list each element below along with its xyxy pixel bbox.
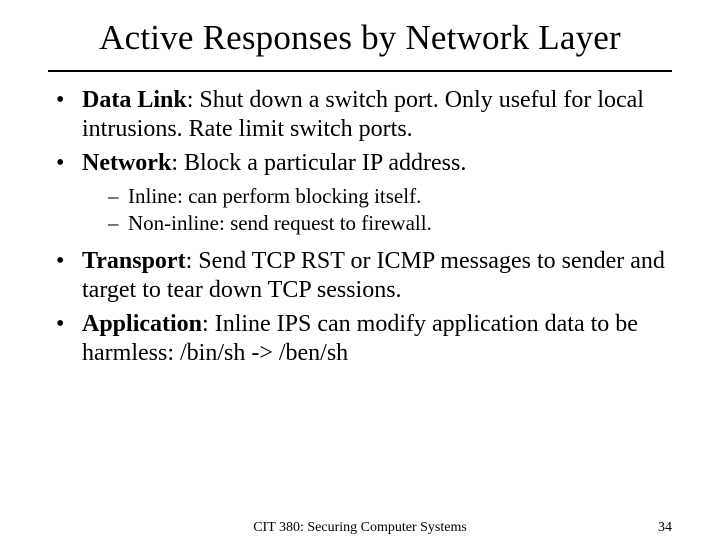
bullet-list: Data Link: Shut down a switch port. Only… <box>50 86 670 368</box>
bullet-data-link: Data Link: Shut down a switch port. Only… <box>50 86 670 145</box>
sub-bullet-list: Inline: can perform blocking itself. Non… <box>82 184 670 237</box>
footer-course: CIT 380: Securing Computer Systems <box>0 520 720 536</box>
slide-body: Data Link: Shut down a switch port. Only… <box>0 86 720 368</box>
bullet-network: Network: Block a particular IP address. … <box>50 149 670 237</box>
bullet-text: : Block a particular IP address. <box>171 150 466 176</box>
bullet-label: Data Link <box>82 87 187 113</box>
bullet-label: Application <box>82 311 202 337</box>
footer-page-number: 34 <box>658 520 672 536</box>
title-underline <box>48 70 672 72</box>
bullet-application: Application: Inline IPS can modify appli… <box>50 310 670 369</box>
slide: Active Responses by Network Layer Data L… <box>0 0 720 540</box>
bullet-label: Network <box>82 150 171 176</box>
bullet-transport: Transport: Send TCP RST or ICMP messages… <box>50 247 670 306</box>
slide-title: Active Responses by Network Layer <box>0 0 720 64</box>
bullet-label: Transport <box>82 248 186 274</box>
sub-bullet-inline: Inline: can perform blocking itself. <box>108 184 670 210</box>
sub-bullet-noninline: Non-inline: send request to firewall. <box>108 211 670 237</box>
